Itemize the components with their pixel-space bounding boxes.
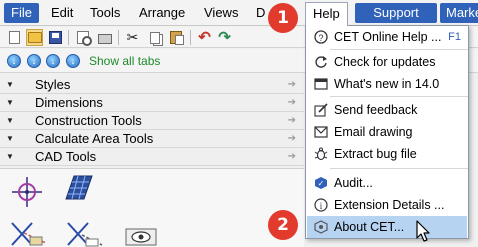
tool-icon-area xyxy=(0,168,304,247)
menu-separator xyxy=(330,168,468,169)
accordion-item-label: Styles xyxy=(35,77,71,92)
menu-item-send-feedback[interactable]: Send feedback xyxy=(307,99,467,121)
info-icon: i xyxy=(313,197,329,213)
intersect-line-tool-icon[interactable] xyxy=(8,219,48,247)
menu-item-shortcut: F1 xyxy=(448,31,461,43)
accordion-item-calculate-area-tools[interactable]: ▼ Calculate Area Tools ➔ xyxy=(0,130,304,148)
refresh-icon xyxy=(313,54,329,70)
collapse-triangle-icon: ▼ xyxy=(6,98,14,107)
menu-item-label: Email drawing xyxy=(334,125,413,139)
new-icon[interactable] xyxy=(6,29,23,46)
solar-panel-tool-icon[interactable] xyxy=(62,173,94,203)
accordion-item-dimensions[interactable]: ▼ Dimensions ➔ xyxy=(0,94,304,112)
audit-shield-icon: ✓ xyxy=(313,175,329,191)
menu-help[interactable]: Help xyxy=(305,2,348,26)
menu-item-audit[interactable]: ✓ Audit... xyxy=(307,172,467,194)
menu-item-extract-bug-file[interactable]: Extract bug file xyxy=(307,143,467,165)
save-icon[interactable] xyxy=(47,29,64,46)
svg-text:?: ? xyxy=(318,33,323,43)
copy-icon[interactable] xyxy=(146,29,163,46)
pin-arrow-icon[interactable]: ➔ xyxy=(288,148,296,166)
menu-item-label: Audit... xyxy=(334,176,373,190)
menu-item-label: About CET... xyxy=(334,220,405,234)
view-tool-icon[interactable] xyxy=(122,223,162,247)
accordion-item-label: Construction Tools xyxy=(35,113,142,128)
menu-market[interactable]: Marke xyxy=(440,3,478,23)
menu-item-email-drawing[interactable]: Email drawing xyxy=(307,121,467,143)
pin-arrow-icon[interactable]: ➔ xyxy=(288,76,296,94)
menu-item-label: Send feedback xyxy=(334,103,418,117)
accordion-item-styles[interactable]: ▼ Styles ➔ xyxy=(0,76,304,94)
collapse-triangle-icon: ▼ xyxy=(6,116,14,125)
accordion-item-label: Calculate Area Tools xyxy=(35,131,154,146)
pin-tabs-icon[interactable]: ↓ xyxy=(46,54,60,68)
accordion-item-label: CAD Tools xyxy=(35,149,97,164)
menu-item-label: Extension Details ... xyxy=(334,198,445,212)
bug-icon xyxy=(313,146,329,162)
menu-d[interactable]: D xyxy=(252,3,269,23)
menu-tools[interactable]: Tools xyxy=(86,3,124,23)
pin-arrow-icon[interactable]: ➔ xyxy=(288,130,296,148)
trim-line-tool-icon[interactable] xyxy=(64,219,104,247)
toolbar-separator xyxy=(118,30,119,45)
accordion-item-construction-tools[interactable]: ▼ Construction Tools ➔ xyxy=(0,112,304,130)
pin-arrow-icon[interactable]: ➔ xyxy=(288,94,296,112)
redo-icon[interactable]: ↷ xyxy=(216,29,233,46)
undo-icon[interactable]: ↶ xyxy=(196,29,213,46)
accordion-item-label: Dimensions xyxy=(35,95,103,110)
pin-arrow-icon[interactable]: ➔ xyxy=(288,112,296,130)
step-badge-2: 2 xyxy=(268,210,298,240)
tools-accordion: ▼ Styles ➔ ▼ Dimensions ➔ ▼ Construction… xyxy=(0,76,304,166)
accordion-item-cad-tools[interactable]: ▼ CAD Tools ➔ xyxy=(0,148,304,166)
envelope-icon xyxy=(313,124,329,140)
crosshair-tool-icon[interactable] xyxy=(10,175,44,209)
collapse-triangle-icon: ▼ xyxy=(6,80,14,89)
window-icon xyxy=(313,76,329,92)
toolbar-separator xyxy=(190,30,191,45)
cut-icon[interactable]: ✂ xyxy=(124,29,141,46)
menu-item-check-for-updates[interactable]: Check for updates xyxy=(307,51,467,73)
menu-item-label: CET Online Help ... xyxy=(334,30,442,44)
print-icon[interactable] xyxy=(96,29,113,46)
open-icon[interactable] xyxy=(26,29,43,46)
collapse-triangle-icon: ▼ xyxy=(6,134,14,143)
svg-text:✓: ✓ xyxy=(318,179,325,188)
step-badge-1: 1 xyxy=(268,3,298,33)
menu-item-whats-new[interactable]: What's new in 14.0 xyxy=(307,73,467,95)
cet-logo-icon xyxy=(313,219,329,235)
collapse-tabs-icon[interactable]: ↓ xyxy=(7,54,21,68)
menu-item-label: Extract bug file xyxy=(334,147,417,161)
menu-item-extension-details[interactable]: i Extension Details ... xyxy=(307,194,467,216)
collapse-triangle-icon: ▼ xyxy=(6,152,14,161)
toolbar-separator xyxy=(68,30,69,45)
menu-support[interactable]: Support xyxy=(355,3,437,23)
menu-separator xyxy=(330,49,468,50)
menubar: File Edit Tools Arrange Views D Help Sup… xyxy=(0,0,478,26)
show-all-tabs-icon[interactable]: ↓ xyxy=(66,54,80,68)
menu-item-about-cet[interactable]: About CET... xyxy=(307,216,467,238)
menu-item-cet-online-help[interactable]: ? CET Online Help ... F1 xyxy=(307,26,467,48)
show-all-tabs-link[interactable]: Show all tabs xyxy=(89,54,160,68)
menu-separator xyxy=(330,96,468,97)
menu-arrange[interactable]: Arrange xyxy=(135,3,189,23)
menu-item-label: What's new in 14.0 xyxy=(334,77,440,91)
menu-edit[interactable]: Edit xyxy=(47,3,77,23)
print-preview-icon[interactable] xyxy=(74,29,92,46)
mouse-cursor-icon xyxy=(416,220,430,242)
menu-views[interactable]: Views xyxy=(200,3,242,23)
menu-item-label: Check for updates xyxy=(334,55,436,69)
help-dropdown-menu: ? CET Online Help ... F1 Check for updat… xyxy=(305,25,469,239)
menu-file[interactable]: File xyxy=(4,3,39,23)
help-icon: ? xyxy=(313,29,329,45)
paste-icon[interactable] xyxy=(167,29,184,46)
svg-text:i: i xyxy=(320,201,323,211)
feedback-pen-icon xyxy=(313,102,329,118)
expand-tabs-icon[interactable]: ↓ xyxy=(27,54,41,68)
